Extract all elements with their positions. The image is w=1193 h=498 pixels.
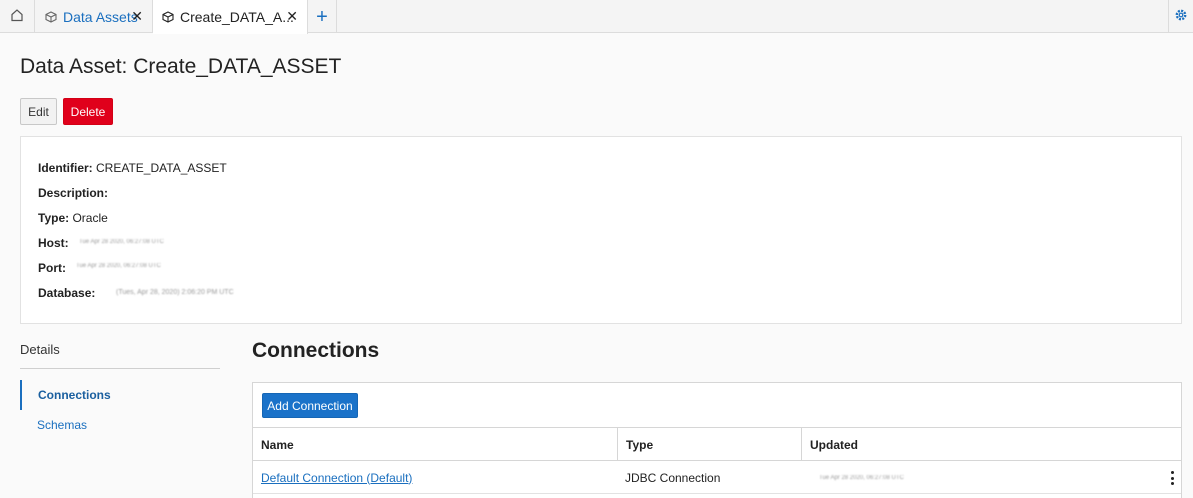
connections-panel: Add Connection Name Type Updated Default… (252, 382, 1182, 498)
column-header-updated[interactable]: Updated (801, 428, 1181, 461)
nav-divider (20, 368, 220, 369)
column-header-type[interactable]: Type (617, 428, 801, 461)
gear-icon (1174, 8, 1188, 25)
connections-title: Connections (252, 339, 380, 362)
column-header-name[interactable]: Name (253, 428, 617, 461)
tab-label: Create_DATA_A... (180, 9, 294, 25)
connection-updated-cell: Tue Apr 28 2020, 06:27:08 UTC (819, 461, 904, 494)
tab-label: Data Assets (63, 8, 138, 25)
type-value: Oracle (72, 211, 108, 225)
row-actions-menu-icon[interactable] (1167, 469, 1177, 487)
nav-item-connections[interactable]: Connections (20, 380, 220, 410)
tab-home[interactable] (0, 0, 35, 33)
host-row: Host: (38, 236, 69, 250)
tab-create-data-asset[interactable]: Create_DATA_A... ✕ (153, 0, 308, 34)
connection-name-cell: Default Connection (Default) (261, 461, 412, 494)
connection-name-link[interactable]: Default Connection (Default) (261, 471, 412, 485)
database-label: Database: (38, 286, 96, 300)
connection-type-cell: JDBC Connection (625, 470, 721, 485)
close-icon[interactable]: ✕ (131, 8, 143, 25)
delete-button[interactable]: Delete (63, 98, 113, 125)
type-label: Type: (38, 211, 70, 225)
type-row: Type: Oracle (38, 211, 108, 225)
add-connection-button[interactable]: Add Connection (262, 393, 358, 418)
edit-button[interactable]: Edit (20, 98, 57, 125)
add-tab-button[interactable]: + (308, 0, 337, 33)
description-label: Description: (38, 186, 109, 200)
port-value: Tue Apr 28 2020, 06:27:08 UTC (76, 263, 161, 269)
identifier-row: Identifier: CREATE_DATA_ASSET (38, 161, 227, 175)
nav-item-schemas[interactable]: Schemas (20, 410, 220, 440)
port-label: Port: (38, 261, 66, 275)
connection-updated-value: Tue Apr 28 2020, 06:27:08 UTC (819, 474, 904, 481)
database-row: Database: (38, 286, 95, 300)
identifier-value: CREATE_DATA_ASSET (96, 161, 227, 175)
settings-button[interactable] (1168, 0, 1193, 33)
asset-info-panel: Identifier: CREATE_DATA_ASSET Descriptio… (20, 136, 1182, 324)
tab-bar: Data Assets ✕ Create_DATA_A... ✕ + (0, 0, 1193, 34)
tab-data-assets[interactable]: Data Assets ✕ (35, 0, 153, 33)
plus-icon: + (316, 5, 328, 28)
page-title: Data Asset: Create_DATA_ASSET (20, 55, 342, 78)
database-value: (Tues, Apr 28, 2020) 2:06:20 PM UTC (116, 289, 234, 296)
close-icon[interactable]: ✕ (286, 8, 298, 25)
host-label: Host: (38, 236, 69, 250)
home-icon (10, 8, 24, 25)
details-nav-title: Details (20, 342, 60, 357)
table-row: Default Connection (Default) JDBC Connec… (253, 461, 1181, 494)
host-value: Tue Apr 28 2020, 06:27:08 UTC (79, 239, 164, 245)
identifier-label: Identifier: (38, 161, 93, 175)
port-row: Port: (38, 261, 66, 275)
cube-icon (162, 11, 174, 23)
table-header: Name Type Updated (253, 427, 1181, 461)
description-row: Description: (38, 186, 108, 200)
cube-icon (45, 10, 57, 23)
